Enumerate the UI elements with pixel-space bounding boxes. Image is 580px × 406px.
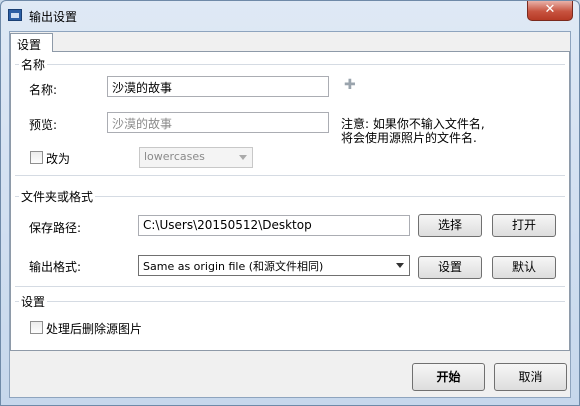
chevron-down-icon xyxy=(396,263,404,268)
preview-label: 预览: xyxy=(29,118,58,132)
close-button[interactable]: ✕ xyxy=(527,1,573,21)
tab-settings[interactable]: 设置 xyxy=(10,33,53,52)
note-line-1: 注意: 如果你不输入文件名, xyxy=(341,117,485,131)
group-divider xyxy=(15,175,565,176)
group-divider xyxy=(15,64,565,65)
chevron-down-icon xyxy=(239,155,247,160)
change-case-label: 改为 xyxy=(46,152,71,166)
cancel-button[interactable]: 取消 xyxy=(494,363,567,391)
case-select-value: lowercases xyxy=(144,150,205,163)
title-bar[interactable]: 输出设置 ✕ xyxy=(1,1,579,31)
delete-source-label: 处理后删除源图片 xyxy=(46,322,143,336)
change-case-checkbox[interactable] xyxy=(30,151,43,164)
output-format-select[interactable]: Same as origin file (和源文件相同) xyxy=(138,255,410,276)
choose-button[interactable]: 选择 xyxy=(418,214,482,237)
output-format-label: 输出格式: xyxy=(29,260,82,274)
group-divider xyxy=(15,196,565,197)
tab-panel: 名称 名称: 沙漠的故事 ✚ 预览: 沙漠的故事 注意: 如果你不输入文件名, … xyxy=(10,51,570,351)
folder-group-title: 文件夹或格式 xyxy=(19,188,96,205)
preview-field: 沙漠的故事 xyxy=(107,112,329,133)
format-settings-button[interactable]: 设置 xyxy=(418,256,482,279)
save-path-label: 保存路径: xyxy=(29,221,82,235)
default-button[interactable]: 默认 xyxy=(492,256,556,279)
delete-source-checkbox[interactable] xyxy=(30,321,43,334)
name-input[interactable]: 沙漠的故事 xyxy=(107,76,329,97)
name-label: 名称: xyxy=(29,83,58,97)
case-select: lowercases xyxy=(139,147,253,168)
note-line-2: 将会使用源照片的文件名. xyxy=(341,131,477,145)
open-button[interactable]: 打开 xyxy=(492,214,556,237)
group-divider xyxy=(15,301,565,302)
settings-group-title: 设置 xyxy=(19,293,48,310)
group-divider xyxy=(15,286,565,287)
add-icon[interactable]: ✚ xyxy=(344,77,356,93)
output-format-value: Same as origin file (和源文件相同) xyxy=(143,260,324,273)
window-title: 输出设置 xyxy=(29,10,78,24)
dialog-window: 输出设置 ✕ 设置 名称 名称: 沙漠的故事 ✚ 预览: 沙漠的故事 注意: 如… xyxy=(0,0,580,406)
name-group-title: 名称 xyxy=(19,56,48,73)
start-button[interactable]: 开始 xyxy=(412,363,485,391)
app-icon xyxy=(8,9,22,21)
save-path-input[interactable]: C:\Users\20150512\Desktop xyxy=(138,215,410,236)
